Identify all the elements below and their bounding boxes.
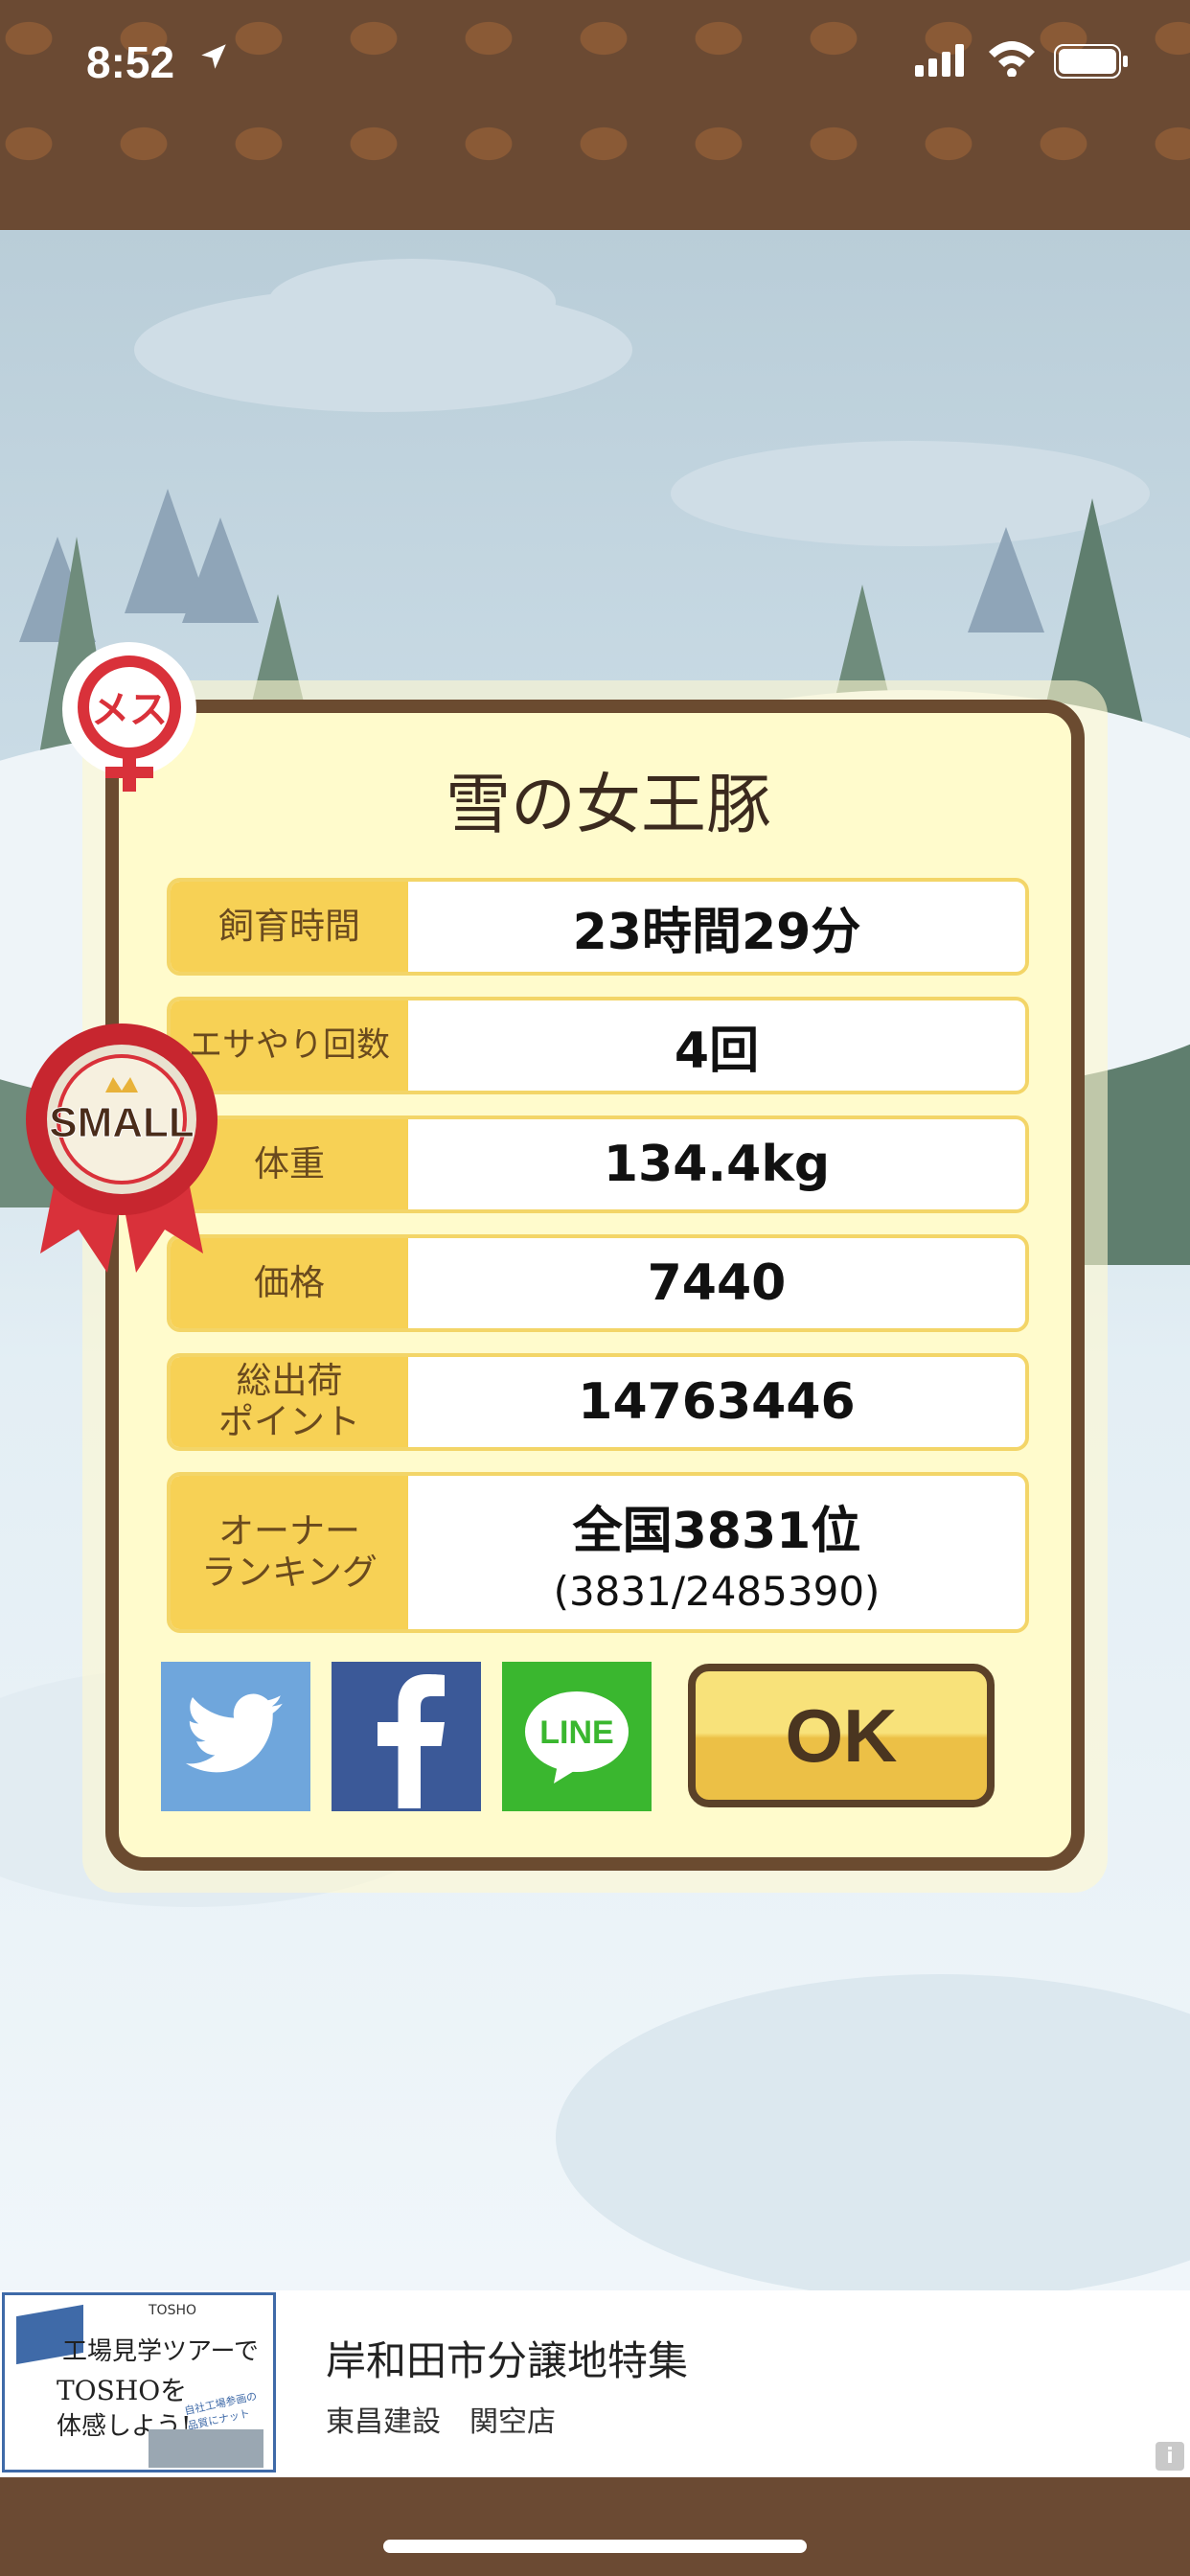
row-breeding-time: 飼育時間 23時間29分	[167, 878, 1029, 976]
ranking-sub: (3831/2485390)	[553, 1568, 881, 1615]
small-badge-text: SMALL	[49, 1099, 195, 1146]
ad-subtitle: 東昌建設 関空店	[326, 2405, 556, 2439]
ok-button[interactable]: OK	[688, 1664, 995, 1807]
ad-thumb-photo	[149, 2429, 263, 2468]
row-value: 7440	[647, 1254, 787, 1312]
small-ribbon-badge-icon: SMALL	[26, 1024, 217, 1273]
wifi-icon	[989, 41, 1035, 77]
result-dialog: 雪の女王豚 飼育時間 23時間29分 エサやり回数 4回 体重 134.4kg …	[105, 700, 1085, 1871]
ad-thumb-line2: TOSHOを	[57, 2375, 188, 2406]
bottom-pattern-background	[0, 2477, 1190, 2576]
location-arrow-icon	[201, 44, 226, 69]
ranking-main: 全国3831位	[572, 1503, 861, 1560]
female-badge-icon: メス	[62, 642, 196, 792]
facebook-icon	[378, 1674, 445, 1808]
line-icon: LINE	[525, 1691, 629, 1783]
female-badge-text: メス	[91, 688, 168, 732]
battery-icon	[1054, 44, 1128, 79]
status-time: 8:52	[86, 37, 175, 87]
ad-thumb-line1: 工場見学ツアーで	[62, 2337, 259, 2366]
row-label: 総出荷 ポイント	[171, 1357, 408, 1447]
row-feed-count: エサやり回数 4回	[167, 997, 1029, 1094]
row-value: 134.4kg	[603, 1136, 831, 1193]
row-price: 価格 7440	[167, 1234, 1029, 1332]
twitter-share-button[interactable]	[161, 1662, 310, 1811]
row-value: 全国3831位 (3831/2485390)	[408, 1476, 1025, 1629]
dialog-title: 雪の女王豚	[445, 768, 771, 843]
facebook-share-button[interactable]	[332, 1662, 481, 1811]
line-share-button[interactable]: LINE	[502, 1662, 652, 1811]
cellular-signal-icon	[915, 44, 964, 77]
row-value: 4回	[674, 1022, 760, 1080]
ad-banner[interactable]: TOSHO 工場見学ツアーで TOSHOを 体感しよう! 自社工場参画の品質にナ…	[0, 2290, 1190, 2477]
ad-thumbnail[interactable]: TOSHO 工場見学ツアーで TOSHOを 体感しよう! 自社工場参画の品質にナ…	[2, 2292, 276, 2472]
row-owner-ranking: オーナー ランキング 全国3831位 (3831/2485390)	[167, 1472, 1029, 1633]
row-weight: 体重 134.4kg	[167, 1116, 1029, 1213]
status-bar: 8:52	[0, 0, 1190, 134]
home-indicator[interactable]	[383, 2540, 807, 2553]
ad-thumb-brand: TOSHO	[149, 2303, 197, 2318]
row-label: オーナー ランキング	[171, 1476, 408, 1629]
row-shipping-points: 総出荷 ポイント 14763446	[167, 1353, 1029, 1451]
row-value: 23時間29分	[572, 903, 861, 961]
ad-title[interactable]: 岸和田市分譲地特集	[326, 2329, 688, 2387]
row-label: 飼育時間	[171, 882, 408, 972]
line-label: LINE	[539, 1714, 613, 1751]
row-value: 14763446	[578, 1373, 856, 1431]
twitter-icon	[185, 1693, 284, 1773]
ad-info-icon[interactable]: i	[1156, 2442, 1184, 2471]
